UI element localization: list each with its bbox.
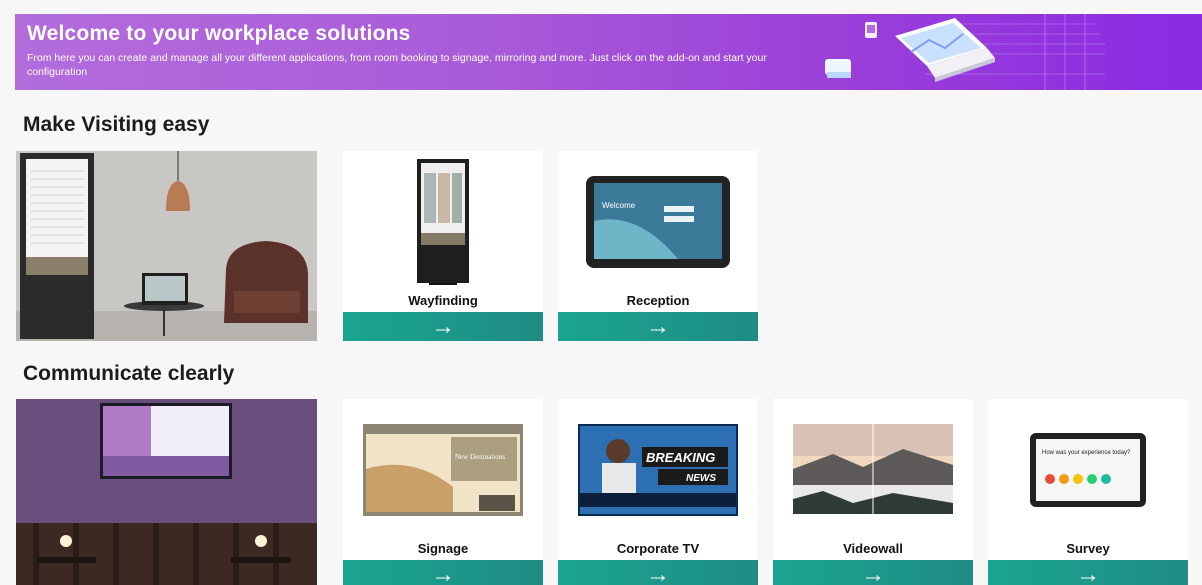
communicate-hero-image	[16, 399, 317, 585]
card-label: Signage	[417, 541, 469, 556]
card-label: Reception	[626, 293, 690, 308]
card-signage[interactable]: New Destinations Signage →	[343, 399, 543, 585]
card-label: Videowall	[843, 541, 903, 556]
banner-description: From here you can create and manage all …	[27, 52, 767, 78]
card-label: Survey	[1066, 541, 1110, 556]
banner-title: Welcome to your workplace solutions	[27, 22, 411, 45]
welcome-banner: Welcome to your workplace solutions From…	[15, 14, 1202, 90]
card-wayfinding[interactable]: Wayfinding →	[343, 151, 543, 341]
card-corporate-tv[interactable]: BREAKING NEWS Corporate TV →	[558, 399, 758, 585]
section-title-visiting: Make Visiting easy	[23, 113, 210, 136]
reception-go-button[interactable]: →	[558, 312, 758, 341]
card-survey[interactable]: How was your experience today? Survey →	[988, 399, 1188, 585]
meeting-room-photo-icon	[16, 399, 317, 585]
videowall-panorama-icon	[793, 424, 953, 514]
reception-tablet-icon: Welcome	[586, 176, 730, 268]
reception-screen-text: Welcome	[602, 201, 636, 210]
news-headline-text: BREAKING	[646, 450, 715, 465]
wayfinding-kiosk-icon	[417, 159, 469, 285]
card-videowall[interactable]: Videowall →	[773, 399, 973, 585]
signage-screen-text: New Destinations	[455, 453, 505, 461]
laptop-illustration-icon	[825, 14, 1105, 90]
card-label: Corporate TV	[616, 541, 700, 556]
card-reception[interactable]: Welcome Reception →	[558, 151, 758, 341]
news-subline-text: NEWS	[686, 473, 716, 484]
videowall-go-button[interactable]: →	[773, 560, 973, 585]
survey-go-button[interactable]: →	[988, 560, 1188, 585]
card-label: Wayfinding	[408, 293, 478, 308]
news-screen-icon: BREAKING NEWS	[578, 424, 738, 516]
signage-screen-icon: New Destinations	[363, 424, 523, 516]
visiting-hero-image	[16, 151, 317, 341]
survey-tablet-icon: How was your experience today?	[1030, 433, 1146, 507]
corporate-tv-go-button[interactable]: →	[558, 560, 758, 585]
survey-screen-text: How was your experience today?	[1042, 450, 1131, 456]
signage-go-button[interactable]: →	[343, 560, 543, 585]
lobby-photo-icon	[16, 151, 317, 341]
wayfinding-go-button[interactable]: →	[343, 312, 543, 341]
section-title-communicate: Communicate clearly	[23, 362, 235, 385]
